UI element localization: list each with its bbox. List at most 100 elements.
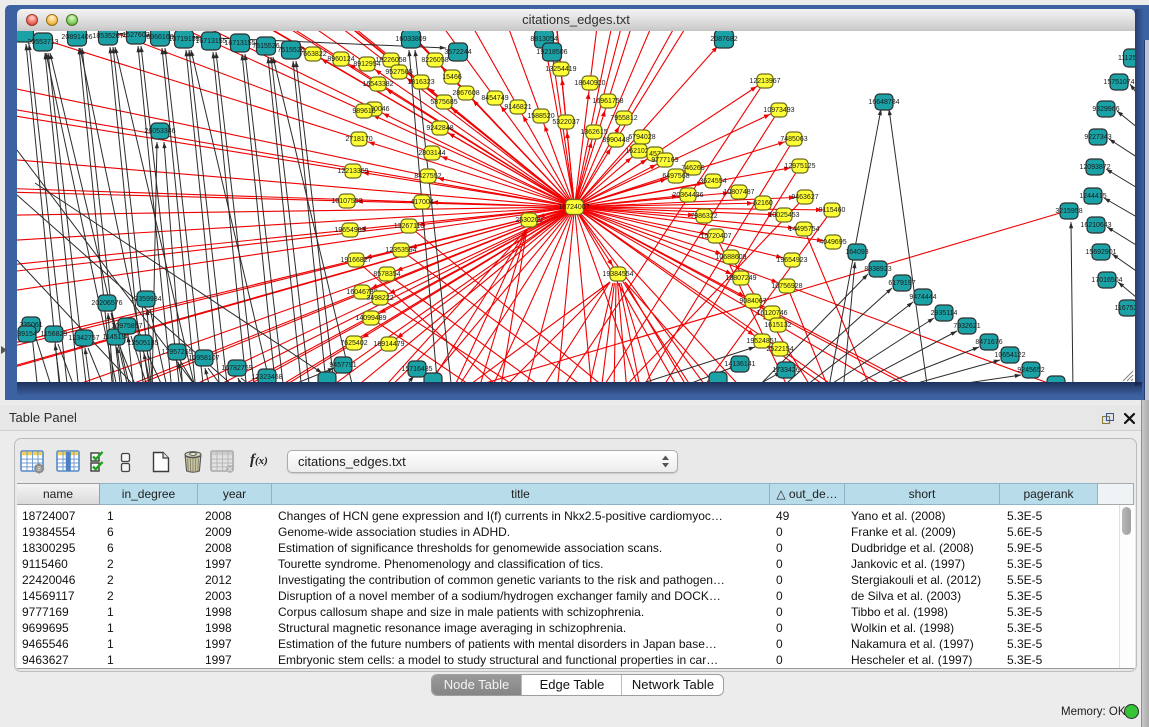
svg-text:15692901: 15692901: [1085, 249, 1116, 256]
svg-text:9242848: 9242848: [426, 125, 453, 132]
svg-text:9115460: 9115460: [819, 207, 846, 214]
svg-text:8471676: 8471676: [975, 339, 1002, 346]
svg-text:2718170: 2718170: [345, 136, 372, 143]
svg-text:39154: 39154: [17, 331, 37, 338]
svg-text:2087682: 2087682: [710, 36, 737, 43]
svg-text:7485063: 7485063: [780, 136, 807, 143]
svg-text:417004: 417004: [410, 199, 433, 206]
svg-text:19384554: 19384554: [602, 271, 633, 278]
svg-text:9457791: 9457791: [329, 362, 356, 369]
svg-text:9474444: 9474444: [909, 294, 936, 301]
svg-text:15751074: 15751074: [1103, 79, 1134, 86]
svg-text:20891406: 20891406: [61, 34, 92, 41]
svg-text:16210643: 16210643: [1080, 222, 1111, 229]
svg-text:12505135: 12505135: [127, 340, 158, 347]
svg-text:8454749: 8454749: [481, 95, 508, 102]
svg-text:10807487: 10807487: [723, 189, 754, 196]
svg-text:16033809: 16033809: [395, 36, 426, 43]
svg-text:9463627: 9463627: [791, 194, 818, 201]
svg-text:15720407: 15720407: [700, 233, 731, 240]
svg-text:6497568: 6497568: [662, 173, 689, 180]
svg-text:8226058: 8226058: [421, 57, 448, 64]
svg-text:12353594: 12353594: [385, 247, 416, 254]
svg-text:14099489: 14099489: [355, 315, 386, 322]
svg-text:10973493: 10973493: [763, 107, 794, 114]
svg-text:13254419: 13254419: [545, 66, 576, 73]
svg-text:10025453: 10025453: [768, 212, 799, 219]
svg-text:2935114: 2935114: [931, 310, 958, 317]
svg-text:164093: 164093: [845, 249, 868, 256]
svg-text:18807249: 18807249: [725, 275, 756, 282]
svg-text:18640910: 18640910: [574, 80, 605, 87]
svg-text:12213967: 12213967: [749, 78, 780, 85]
svg-text:26053346: 26053346: [144, 128, 175, 135]
svg-text:1588520: 1588520: [527, 113, 554, 120]
svg-text:1733426: 1733426: [772, 367, 799, 374]
svg-text:1167534: 1167534: [1115, 305, 1135, 312]
svg-text:10654122: 10654122: [994, 352, 1025, 359]
svg-text:20364436: 20364436: [672, 192, 703, 199]
svg-text:7663822: 7663822: [299, 51, 326, 58]
svg-text:18535267: 18535267: [92, 33, 123, 40]
svg-text:10958107: 10958107: [188, 355, 219, 362]
svg-text:3572244: 3572244: [444, 49, 471, 56]
svg-text:9084067: 9084067: [739, 298, 766, 305]
svg-text:19166827: 19166827: [340, 257, 371, 264]
svg-text:12093872: 12093872: [1079, 164, 1110, 171]
svg-text:18226058: 18226058: [375, 57, 406, 64]
svg-text:7955812: 7955812: [610, 115, 637, 122]
svg-text:8578354: 8578354: [373, 271, 400, 278]
svg-text:9777169: 9777169: [651, 157, 678, 164]
svg-text:11125440: 11125440: [1118, 55, 1135, 62]
svg-text:20206576: 20206576: [91, 300, 122, 307]
svg-text:7625402: 7625402: [340, 340, 367, 347]
svg-text:8813054: 8813054: [530, 36, 557, 43]
svg-text:16782759: 16782759: [221, 365, 252, 372]
svg-text:12975125: 12975125: [784, 163, 815, 170]
svg-text:8990448: 8990448: [602, 137, 629, 144]
svg-text:1156829: 1156829: [41, 331, 68, 338]
svg-text:8427552: 8427552: [414, 173, 441, 180]
svg-text:12213369: 12213369: [337, 168, 368, 175]
svg-text:2867608: 2867608: [452, 90, 479, 97]
svg-text:15716485: 15716485: [401, 366, 432, 373]
svg-text:20553713: 20553713: [27, 39, 58, 46]
svg-text:9527505: 9527505: [385, 69, 412, 76]
svg-text:17359934: 17359934: [130, 296, 161, 303]
svg-text:10688609: 10688609: [715, 254, 746, 261]
svg-text:16120746: 16120746: [756, 310, 787, 317]
svg-text:18724007: 18724007: [558, 204, 589, 211]
svg-text:62160: 62160: [753, 200, 773, 207]
svg-text:746266: 746266: [681, 165, 704, 172]
svg-text:2530205: 2530205: [515, 217, 542, 224]
svg-text:3624554: 3624554: [699, 178, 726, 185]
svg-text:12342757: 12342757: [68, 335, 99, 342]
svg-text:16914479: 16914479: [373, 341, 404, 348]
svg-text:13267110: 13267110: [394, 223, 425, 230]
svg-text:19654923: 19654923: [776, 257, 807, 264]
svg-text:1145194: 1145194: [103, 334, 130, 341]
svg-text:9245652: 9245652: [1017, 367, 1044, 374]
svg-text:1362615: 1362615: [580, 129, 607, 136]
svg-text:1244415: 1244415: [1079, 193, 1106, 200]
svg-text:14495754: 14495754: [788, 226, 819, 233]
svg-text:6794028: 6794028: [628, 134, 655, 141]
svg-text:8938923: 8938923: [864, 266, 891, 273]
svg-text:8960124: 8960124: [327, 56, 354, 63]
svg-text:16713155: 16713155: [195, 38, 226, 45]
svg-text:16713155: 16713155: [224, 40, 255, 47]
svg-text:19218506: 19218506: [536, 49, 567, 56]
svg-text:9329966: 9329966: [1092, 106, 1119, 113]
svg-text:30975857: 30975857: [111, 323, 142, 330]
svg-text:989616: 989616: [352, 108, 375, 115]
svg-text:14136141: 14136141: [724, 361, 755, 368]
svg-text:2803144: 2803144: [418, 150, 445, 157]
svg-text:16648784: 16648784: [868, 99, 899, 106]
svg-text:15466: 15466: [442, 74, 462, 81]
svg-text:1615132: 1615132: [764, 322, 791, 329]
svg-text:10107553: 10107553: [331, 198, 362, 205]
svg-text:6179197: 6179197: [888, 280, 915, 287]
svg-text:17016504: 17016504: [1091, 277, 1122, 284]
svg-text:1816323: 1816323: [407, 79, 434, 86]
svg-text:3498222: 3498222: [366, 295, 393, 302]
